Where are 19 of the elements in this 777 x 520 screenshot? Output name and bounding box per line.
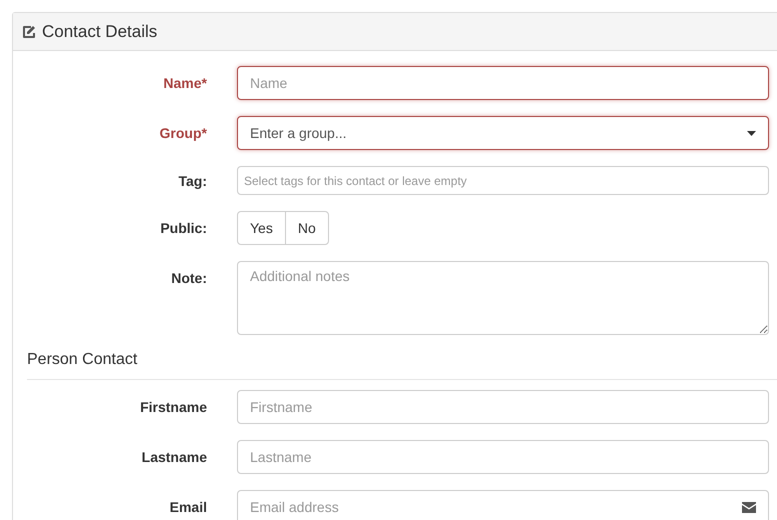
field-label: Note: bbox=[170, 269, 207, 286]
field-label: Firstname bbox=[139, 398, 207, 415]
field-label: Tag: bbox=[177, 172, 207, 189]
panel-title: Contact Details bbox=[42, 22, 158, 42]
field-label: Lastname bbox=[140, 448, 207, 465]
tags-field[interactable]: Select tags for this contact or leave empty bbox=[237, 166, 769, 195]
toggle-button[interactable]: No bbox=[284, 211, 329, 245]
field-label: Email bbox=[168, 498, 207, 515]
toggle-button[interactable]: Yes bbox=[237, 211, 286, 245]
field-label: Name* bbox=[162, 74, 207, 91]
envelope-icon bbox=[742, 502, 756, 512]
edit-icon bbox=[22, 24, 36, 38]
notes-field[interactable]: Additional notes bbox=[237, 261, 769, 335]
caret-icon bbox=[747, 130, 756, 136]
field-label: Group* bbox=[158, 124, 207, 141]
section-title: Person Contact bbox=[27, 351, 138, 368]
select-field[interactable]: Enter a group... bbox=[237, 116, 769, 150]
input-field[interactable]: Name bbox=[237, 66, 769, 100]
field-label: Public: bbox=[159, 219, 207, 236]
